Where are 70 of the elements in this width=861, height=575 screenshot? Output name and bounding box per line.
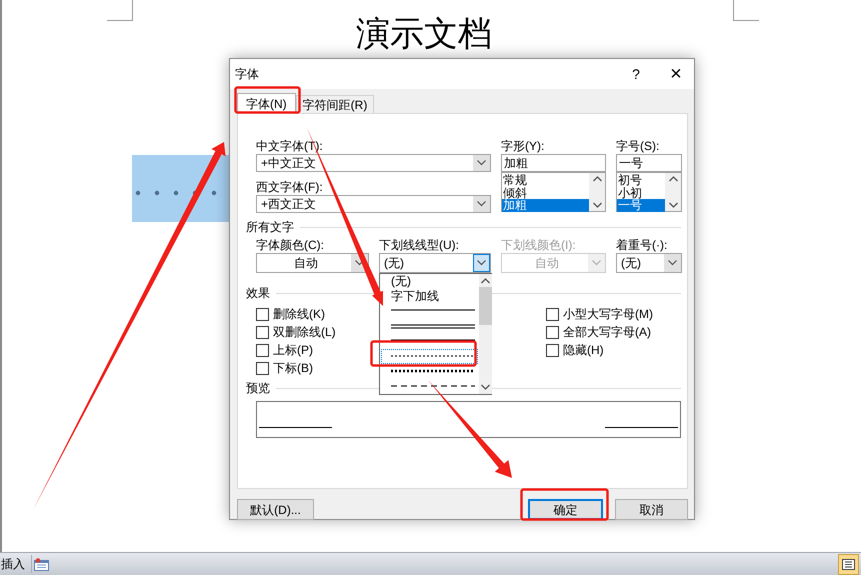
checkbox-label: 小型大写字母(M): [563, 306, 653, 323]
scroll-up-icon: [592, 176, 602, 182]
cancel-button[interactable]: 取消: [615, 499, 688, 520]
list-item[interactable]: 倾斜: [502, 186, 589, 199]
dropdown-option[interactable]: (无): [381, 274, 478, 289]
checkbox-label: 双删除线(L): [273, 324, 336, 341]
dropdown-field[interactable]: +中文正文: [256, 154, 491, 172]
page-corner-mark: [733, 0, 759, 21]
layout-icon: [34, 558, 49, 570]
ok-button[interactable]: 确定: [528, 499, 603, 520]
chevron-down-icon: [668, 260, 677, 266]
checkbox-label: 下标(B): [273, 360, 313, 377]
dropdown-option[interactable]: [381, 349, 478, 364]
status-mode[interactable]: 插入: [1, 555, 32, 573]
help-button[interactable]: ?: [624, 62, 648, 86]
checkbox[interactable]: [256, 344, 269, 356]
field-label: 西文字体(F):: [256, 179, 324, 195]
list-item[interactable]: 一号: [617, 199, 665, 212]
section-heading: 效果: [246, 285, 270, 301]
input-field[interactable]: 一号: [616, 154, 682, 172]
chevron-down-icon: [477, 260, 486, 266]
list-item[interactable]: 初号: [617, 174, 665, 186]
checkbox-label: 删除线(K): [273, 306, 325, 323]
dropdown-option[interactable]: 字下加线: [381, 289, 478, 304]
scroll-down-icon: [668, 202, 678, 208]
field-label: 下划线颜色(I):: [501, 237, 577, 253]
dropdown-field[interactable]: (无): [616, 253, 682, 273]
checkbox[interactable]: [256, 308, 269, 320]
scroll-down-icon: [592, 202, 602, 208]
checkbox[interactable]: [546, 308, 559, 320]
dropdown-field[interactable]: (无): [379, 253, 491, 273]
checkbox[interactable]: [256, 362, 269, 374]
checkbox[interactable]: [256, 326, 269, 338]
scroll-up-icon: [481, 278, 490, 284]
dropdown-menu[interactable]: (无) 字下加线: [379, 273, 492, 395]
field-label: 字号(S):: [616, 138, 660, 154]
dropdown-field[interactable]: +西文正文: [256, 195, 491, 213]
checkbox[interactable]: [546, 326, 559, 338]
scroll-up-icon: [668, 176, 678, 182]
default-button[interactable]: 默认(D)...: [237, 499, 314, 520]
section-heading: 预览: [246, 380, 270, 396]
scrollbar[interactable]: [479, 274, 492, 394]
scroll-down-icon: [481, 384, 490, 390]
list-box[interactable]: 常规 倾斜 加粗: [501, 172, 606, 212]
tab[interactable]: 字符间距(R): [296, 95, 374, 113]
chevron-down-icon: [592, 260, 601, 266]
chevron-down-icon: [477, 201, 486, 207]
dropdown-field[interactable]: 自动: [256, 253, 369, 273]
list-item[interactable]: 加粗: [502, 199, 589, 212]
list-item[interactable]: 小初: [617, 186, 665, 199]
page-corner-mark: [107, 0, 133, 21]
close-button[interactable]: ×: [664, 62, 688, 86]
chevron-down-icon: [477, 160, 486, 166]
section-heading: 所有文字: [246, 219, 294, 235]
checkbox-label: 全部大写字母(A): [563, 324, 651, 341]
field-label: 下划线线型(U):: [379, 237, 460, 253]
dialog-title: 字体: [235, 66, 259, 83]
list-item[interactable]: 常规: [502, 174, 589, 186]
page-view-icon: [842, 558, 855, 570]
checkbox[interactable]: [546, 344, 559, 356]
document-title: 演示文档: [356, 14, 492, 54]
field-label: 字体颜色(C):: [256, 237, 325, 253]
input-field[interactable]: 加粗: [501, 154, 606, 172]
list-box[interactable]: 初号 小初 一号: [616, 172, 682, 212]
checkbox-label: 上标(P): [273, 342, 313, 359]
field-label: 着重号(·):: [616, 237, 668, 253]
field-label: 字形(Y):: [501, 138, 546, 154]
highlight-box: [234, 86, 301, 114]
tab[interactable]: 字体(N): [237, 93, 296, 114]
checkbox-label: 隐藏(H): [563, 342, 604, 359]
